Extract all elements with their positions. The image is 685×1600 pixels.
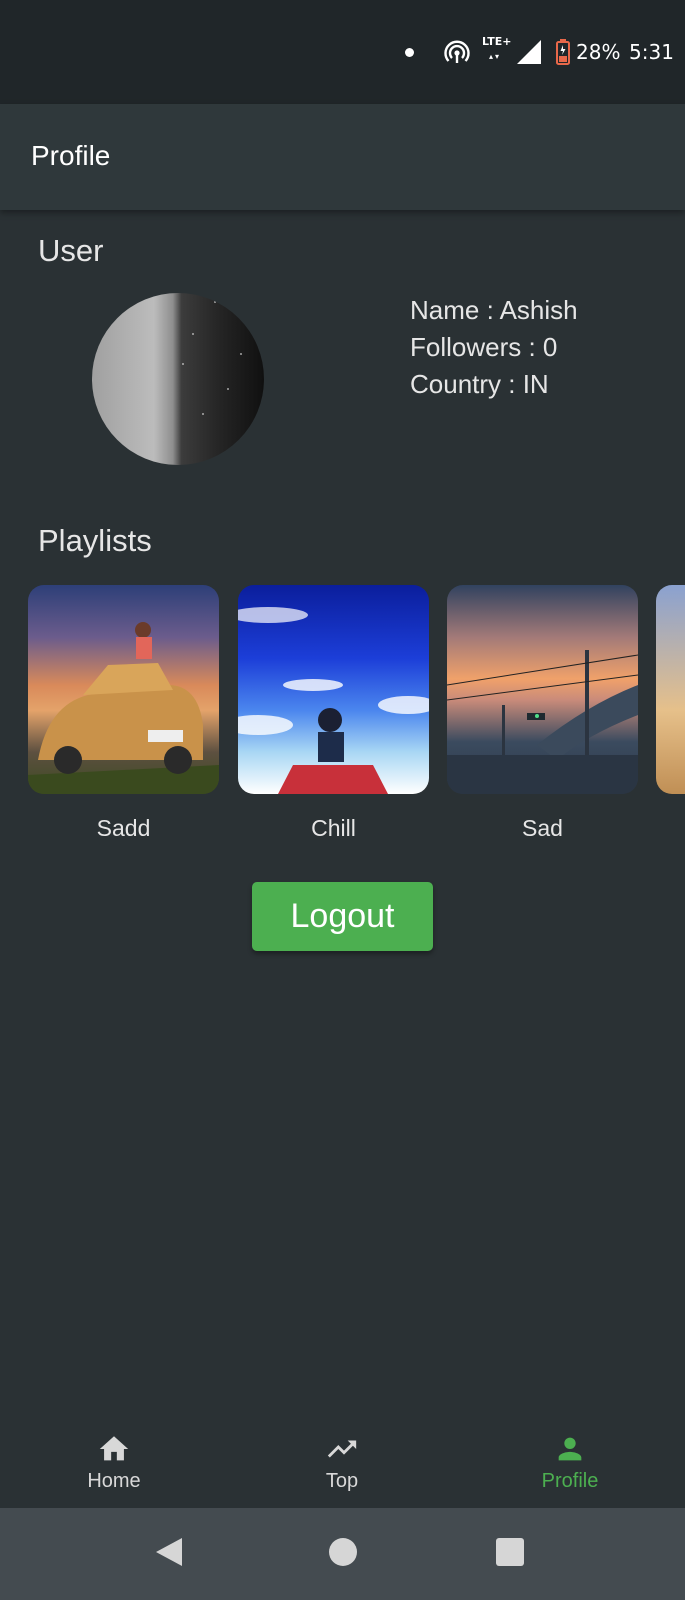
- playlists-section-title: Playlists: [38, 523, 152, 558]
- recents-square-icon[interactable]: [496, 1538, 524, 1566]
- nav-item-top[interactable]: Top: [228, 1418, 456, 1508]
- avatar[interactable]: [92, 293, 264, 465]
- page-title: Profile: [31, 140, 111, 171]
- lte-icon: LTE+: [482, 35, 512, 48]
- playlist-cover-image[interactable]: [656, 585, 685, 794]
- home-icon: [99, 1436, 129, 1461]
- back-icon[interactable]: [154, 1536, 184, 1568]
- home-circle-icon[interactable]: [329, 1538, 357, 1566]
- nav-label-top: Top: [325, 1470, 359, 1492]
- nav-label-profile: Profile: [541, 1470, 599, 1492]
- user-country: Country : IN: [410, 369, 549, 399]
- status-bar: LTE+ ▴▾ 28% 5:31: [0, 0, 685, 104]
- battery-icon: [556, 39, 570, 65]
- system-navigation-bar: [0, 1508, 685, 1600]
- playlist-card-partial[interactable]: [656, 585, 685, 794]
- logout-button[interactable]: Logout: [252, 882, 433, 951]
- playlist-name: Sad: [522, 815, 563, 841]
- notification-dot-icon: [405, 48, 414, 57]
- trending-up-icon: [327, 1440, 357, 1458]
- person-icon: [558, 1437, 582, 1461]
- user-info: Name : Ashish Followers : 0 Country : IN: [410, 292, 578, 403]
- hotspot-icon: [444, 40, 470, 63]
- nav-item-profile[interactable]: Profile: [456, 1418, 684, 1508]
- playlist-cover-image[interactable]: [28, 585, 219, 794]
- playlist-card-sadd[interactable]: Sadd: [28, 585, 219, 841]
- playlist-name: Chill: [311, 815, 356, 841]
- playlist-cover-image[interactable]: [238, 585, 429, 794]
- battery-percentage: 28%: [576, 40, 621, 64]
- app-bar: Profile: [0, 104, 685, 210]
- playlist-name: Sadd: [96, 815, 151, 841]
- signal-icon: [517, 40, 541, 64]
- data-arrows-icon: ▴▾: [489, 52, 502, 61]
- bottom-navigation: Home Top Profile: [0, 1418, 685, 1508]
- user-name: Name : Ashish: [410, 295, 578, 325]
- user-section-title: User: [38, 233, 104, 268]
- nav-label-home: Home: [87, 1470, 141, 1492]
- user-followers: Followers : 0: [410, 332, 558, 362]
- clock-time: 5:31: [629, 40, 674, 64]
- nav-item-home[interactable]: Home: [0, 1418, 228, 1508]
- playlist-card-sad[interactable]: Sad: [447, 585, 638, 841]
- playlist-cover-image[interactable]: [447, 585, 638, 794]
- playlist-card-chill[interactable]: Chill: [238, 585, 429, 841]
